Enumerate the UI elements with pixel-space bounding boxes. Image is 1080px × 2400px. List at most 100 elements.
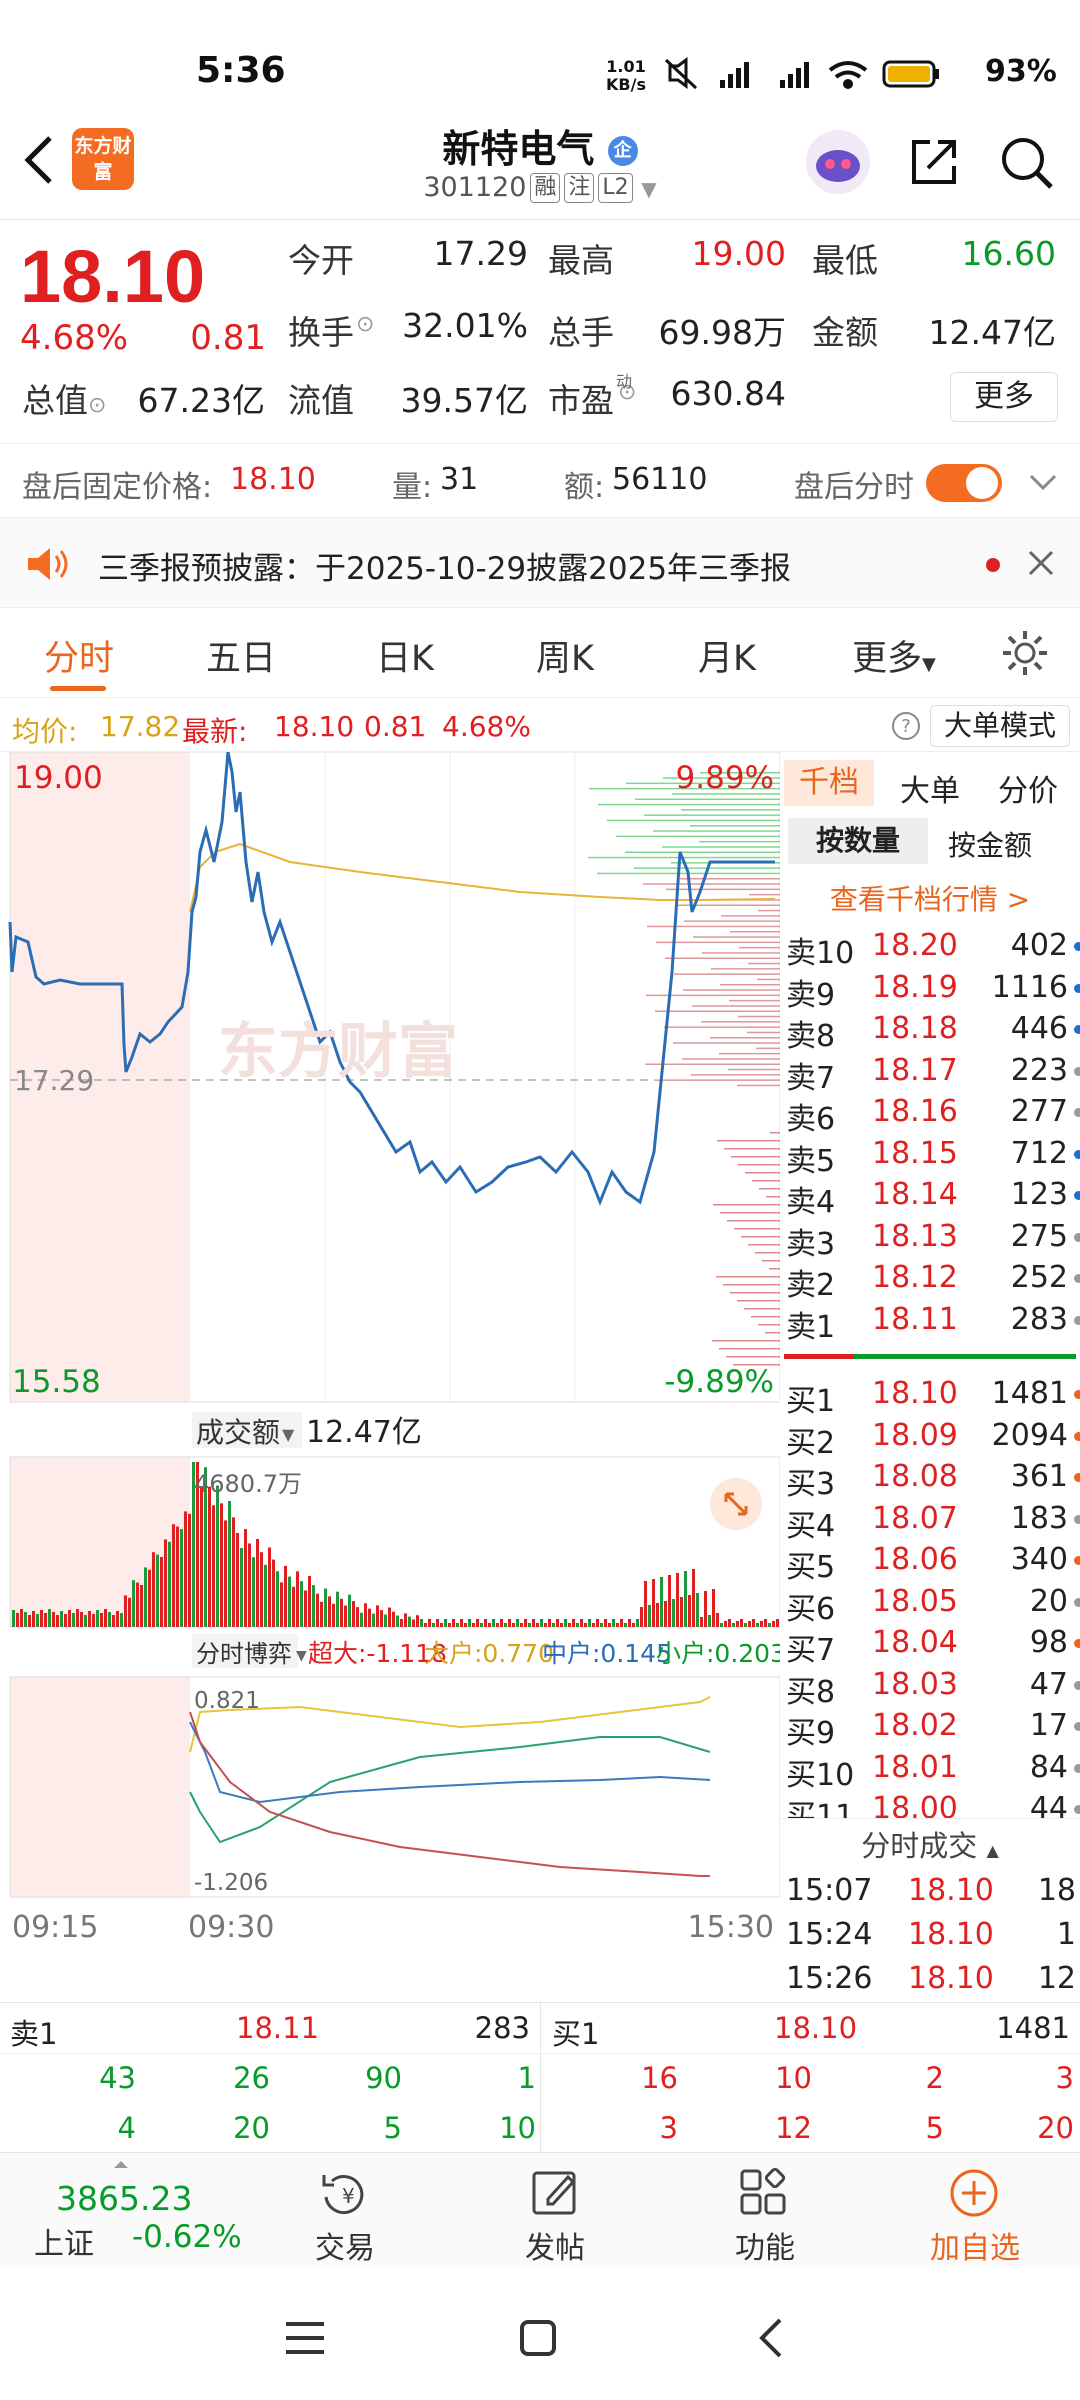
- after-hours-toggle[interactable]: [926, 464, 1002, 502]
- sell-level-1[interactable]: 卖10 18.20 402: [782, 924, 1080, 971]
- buy-level-8[interactable]: 买8 18.03 47: [782, 1663, 1080, 1710]
- volume-bar: [304, 1590, 307, 1627]
- search-icon[interactable]: [998, 134, 1056, 192]
- nav-functions[interactable]: 功能: [690, 2223, 840, 2267]
- ob-tab-price[interactable]: 分价: [998, 766, 1058, 810]
- tab-intraday[interactable]: 分时: [44, 630, 114, 681]
- depth-bar: [741, 1236, 780, 1238]
- close-icon[interactable]: [1026, 548, 1056, 578]
- post-icon[interactable]: [530, 2167, 582, 2219]
- back-icon[interactable]: [756, 2316, 786, 2360]
- depth-bar: [607, 819, 780, 822]
- home-icon[interactable]: [518, 2318, 558, 2358]
- sell-level-3[interactable]: 卖8 18.18 446: [782, 1007, 1080, 1054]
- depth-bar: [755, 1252, 780, 1254]
- ob-by-amount[interactable]: 按金额: [948, 824, 1032, 864]
- after-vol: 31: [440, 462, 479, 497]
- buy-level-6[interactable]: 买6 18.05 20: [782, 1580, 1080, 1627]
- ob-level-dot: [1074, 1431, 1080, 1441]
- volume-bar: [52, 1612, 55, 1627]
- tab-weekly-k[interactable]: 周K: [536, 630, 594, 681]
- ob-tab-big[interactable]: 大单: [900, 766, 960, 810]
- trade-icon[interactable]: ¥: [316, 2167, 372, 2219]
- ob-by-quantity[interactable]: 按数量: [788, 818, 928, 864]
- sell-level-10[interactable]: 卖1 18.11 283: [782, 1298, 1080, 1345]
- ob-full-depth-link[interactable]: 查看千档行情 >: [780, 878, 1080, 918]
- volume-bar: [220, 1503, 223, 1627]
- depth-bar: [739, 946, 780, 949]
- volume-bar: [200, 1487, 203, 1627]
- share-icon[interactable]: [906, 134, 962, 190]
- volume-bar: [268, 1547, 271, 1627]
- tab-more[interactable]: 更多▼: [852, 630, 936, 681]
- sell-level-7[interactable]: 卖4 18.14 123: [782, 1173, 1080, 1220]
- tag-margin: 融: [530, 173, 561, 203]
- volume-bar: [568, 1623, 571, 1627]
- ob-tab-depth[interactable]: 千档: [784, 760, 874, 806]
- depth-bar: [662, 846, 780, 848]
- ob-level-volume: 47: [1029, 1666, 1068, 1702]
- volume-bar: [228, 1501, 231, 1627]
- mute-icon: [664, 57, 698, 90]
- tab-five-day[interactable]: 五日: [206, 630, 276, 681]
- after-amt: 56110: [612, 462, 708, 497]
- depth-bar: [717, 1140, 780, 1142]
- volume-bar: [136, 1582, 139, 1627]
- buy-level-1[interactable]: 买1 18.10 1481: [782, 1372, 1080, 1419]
- ob-level-volume: 183: [1010, 1500, 1068, 1536]
- functions-icon[interactable]: [738, 2167, 790, 2219]
- depth-bar: [738, 1015, 780, 1018]
- volume-bar: [236, 1532, 239, 1627]
- quote-label: 换手: [288, 313, 354, 352]
- buy-level-9[interactable]: 买9 18.02 17: [782, 1704, 1080, 1751]
- sell-level-8[interactable]: 卖3 18.13 275: [782, 1215, 1080, 1262]
- menu-icon[interactable]: [282, 2320, 328, 2356]
- chevron-down-icon[interactable]: [1028, 470, 1058, 494]
- buy-level-7[interactable]: 买7 18.04 98: [782, 1621, 1080, 1668]
- volume-total: 12.47亿: [306, 1415, 422, 1450]
- depth-bar: [655, 1010, 780, 1012]
- buy-level-4[interactable]: 买4 18.07 183: [782, 1497, 1080, 1544]
- sell-level-6[interactable]: 卖5 18.15 712: [782, 1132, 1080, 1179]
- intraday-chart[interactable]: 东方财富 19.00 17.29 15.58 9.89% -9.89% 成交额 …: [0, 751, 786, 2002]
- help-icon[interactable]: ?: [890, 710, 922, 742]
- ob-level-price: 18.06: [872, 1542, 958, 1577]
- trades-title[interactable]: 分时成交 ▲: [780, 1823, 1080, 1865]
- volume-bar: [632, 1623, 635, 1627]
- index-value[interactable]: 3865.23: [56, 2179, 192, 2218]
- buy-level-10[interactable]: 买10 18.01 84: [782, 1746, 1080, 1793]
- nav-add-watchlist[interactable]: 加自选: [900, 2223, 1050, 2267]
- settings-gear-icon[interactable]: [1000, 628, 1050, 678]
- depth-bar: [737, 1300, 780, 1302]
- ob-level-price: 18.13: [872, 1218, 958, 1254]
- assistant-avatar-icon[interactable]: [804, 128, 872, 196]
- buy-level-5[interactable]: 买5 18.06 340: [782, 1538, 1080, 1585]
- notice-bar[interactable]: 三季报预披露：于2025-10-29披露2025年三季报: [0, 518, 1080, 608]
- net-speed-unit: KB/s: [606, 75, 646, 94]
- sell-level-9[interactable]: 卖2 18.12 252: [782, 1256, 1080, 1303]
- buy-level-3[interactable]: 买3 18.08 361: [782, 1455, 1080, 1502]
- depth-bar: [723, 1284, 780, 1286]
- stock-header: 东方财富 新特电气 企 301120 融注 L2 ▼: [0, 110, 1080, 220]
- sell-level-2[interactable]: 卖9 18.19 1116: [782, 966, 1080, 1013]
- tab-daily-k[interactable]: 日K: [376, 630, 434, 681]
- volume-bar: [80, 1612, 83, 1627]
- nav-trade[interactable]: 交易: [270, 2223, 420, 2267]
- sell-level-5[interactable]: 卖6 18.16 277: [782, 1090, 1080, 1137]
- volume-bar: [644, 1581, 647, 1627]
- more-button[interactable]: 更多: [950, 372, 1058, 422]
- volume-bar: [652, 1579, 655, 1627]
- game-max-label: 0.821: [194, 1688, 260, 1714]
- buy-level-2[interactable]: 买2 18.09 2094: [782, 1414, 1080, 1461]
- trade-row: 15:07 18.10 18: [782, 1869, 1077, 1911]
- depth-bar: [726, 1356, 780, 1358]
- nav-post[interactable]: 发帖: [480, 2223, 630, 2267]
- add-watchlist-icon[interactable]: [948, 2167, 1000, 2219]
- ob-level-volume: 1481: [991, 1376, 1068, 1411]
- ob-level-dot: [1074, 1597, 1080, 1607]
- sell-level-4[interactable]: 卖7 18.17 223: [782, 1049, 1080, 1096]
- tab-monthly-k[interactable]: 月K: [698, 630, 756, 681]
- volume-bar: [648, 1605, 651, 1627]
- big-order-mode-button[interactable]: 大单模式: [930, 705, 1070, 747]
- volume-bar: [256, 1538, 259, 1627]
